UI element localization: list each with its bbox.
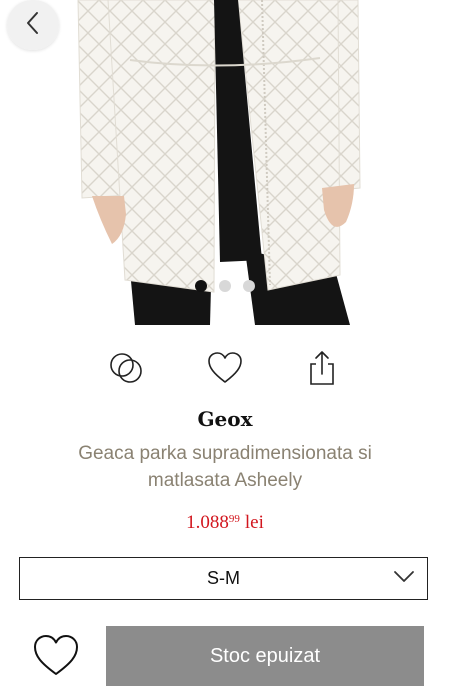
wishlist-button[interactable] [205,348,245,388]
price-whole: 1.088 [186,512,229,533]
product-price: 1.08899 lei [0,512,450,534]
product-title: Geaca parka supradimensionata si matlasa… [78,443,372,491]
gallery-dot[interactable] [243,280,255,292]
share-button[interactable] [302,348,342,388]
add-to-wishlist-button[interactable] [32,632,80,678]
gallery-dot[interactable] [219,280,231,292]
product-actions [0,348,450,388]
gallery-dot[interactable] [195,280,207,292]
brand-name: Geox [197,407,253,431]
product-image [77,0,361,325]
product-image-gallery[interactable] [0,0,450,325]
price-cents: 99 [228,513,240,525]
heart-icon [32,635,80,682]
similar-products-button[interactable] [106,348,146,388]
price-currency: lei [244,512,264,533]
size-selected-value: S-M [207,568,240,588]
chevron-down-icon [393,570,415,589]
size-select[interactable]: S-M [19,557,428,600]
heart-icon [205,352,245,392]
back-button[interactable] [7,0,59,50]
share-icon [302,351,342,392]
chevron-left-icon [25,11,41,40]
out-of-stock-button[interactable]: Stoc epuizat [106,626,424,686]
gallery-pagination [0,280,450,292]
overlapping-circles-icon [106,353,146,392]
